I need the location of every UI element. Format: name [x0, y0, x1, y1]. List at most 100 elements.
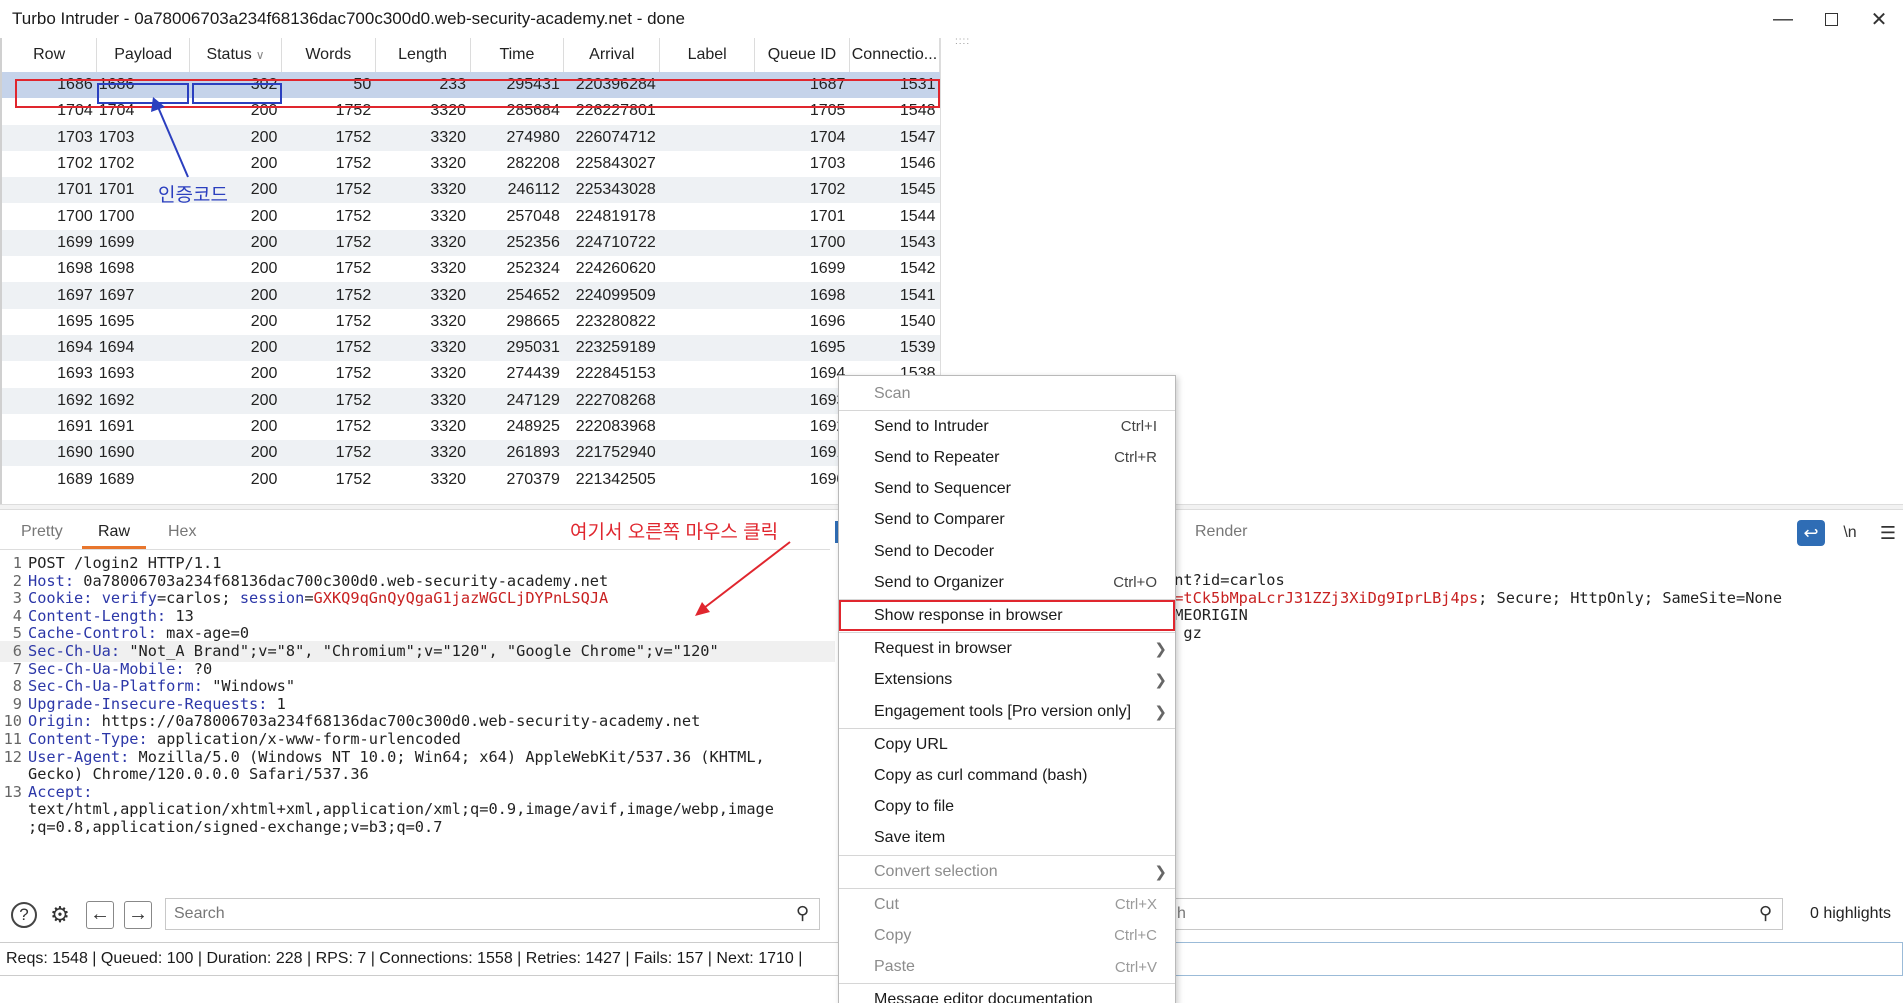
- menu-item-label: Engagement tools [Pro version only]: [874, 702, 1132, 720]
- menu-item-request-in-browser[interactable]: Request in browser ❯: [839, 634, 1175, 665]
- menu-item-label: Copy to file: [874, 798, 955, 816]
- table-cell: 274980: [470, 124, 564, 151]
- table-cell: 1695: [57, 312, 93, 330]
- split-handle[interactable]: ::::: [955, 36, 970, 47]
- request-token: verify: [101, 589, 157, 608]
- column-header-6[interactable]: Arrival: [563, 38, 661, 72]
- table-row[interactable]: 1700 1700 200 1752 3320 257048 224819178 1701 15…: [2, 203, 940, 229]
- table-row[interactable]: 1694 1694 200 1752 3320 295031 223259189 1695 15…: [2, 334, 940, 362]
- table-cell: 200: [250, 470, 278, 488]
- table-row[interactable]: 1695 1695 200 1752 3320 298665 223280822 1696 15…: [2, 309, 940, 335]
- status-text: Reqs: 1548 | Queued: 100 | Duration: 228…: [6, 950, 803, 967]
- table-cell: 1752: [281, 334, 376, 362]
- table-cell: 252356: [470, 229, 564, 257]
- column-header-9[interactable]: Connectio...: [849, 38, 940, 72]
- menu-item-send-to-decoder[interactable]: Send to Decoder: [839, 536, 1175, 567]
- menu-item-send-to-repeater[interactable]: Send to Repeater Ctrl+R: [839, 442, 1175, 473]
- column-header-2[interactable]: Status ∨: [189, 38, 282, 72]
- table-row[interactable]: 1698 1698 200 1752 3320 252324 224260620 1699 15…: [2, 256, 940, 282]
- response-editor[interactable]: unt?id=carlos n=tCk5bMpaLcrJ31ZZj3XiDg9Ip…: [1165, 570, 1903, 690]
- help-icon[interactable]: ?: [8, 899, 40, 931]
- table-cell: 1540: [899, 312, 936, 330]
- table-cell: 270379: [506, 470, 560, 488]
- column-header-8[interactable]: Queue ID: [754, 38, 850, 72]
- maximize-icon[interactable]: [1807, 0, 1855, 38]
- menu-item-engagement-tools-pro-version-only[interactable]: Engagement tools [Pro version only] ❯: [839, 696, 1175, 727]
- status-highlight-box: [192, 83, 282, 104]
- response-token: n=tCk5bMpaLcrJ31ZZj3XiDg9IprLBj4ps: [1165, 588, 1479, 607]
- tab-pretty[interactable]: Pretty: [21, 523, 63, 549]
- table-row[interactable]: 1692169220017523320247129222708268169315…: [2, 387, 940, 414]
- minimize-icon[interactable]: —: [1759, 0, 1807, 38]
- wrap-lines-icon[interactable]: ↩: [1797, 520, 1825, 546]
- column-header-7[interactable]: Label: [659, 38, 756, 72]
- bottom-input-field[interactable]: [1175, 942, 1903, 976]
- table-cell: 1752: [335, 155, 372, 173]
- menu-item-send-to-sequencer[interactable]: Send to Sequencer: [839, 474, 1175, 505]
- tab-render[interactable]: Render: [1195, 523, 1247, 541]
- table-cell: 200: [189, 282, 282, 309]
- table-cell: 252324: [506, 260, 560, 278]
- arrow-right-icon[interactable]: →: [122, 899, 154, 931]
- table-cell: 200: [189, 387, 282, 414]
- column-header-5[interactable]: Time: [470, 38, 565, 72]
- newline-toggle[interactable]: \n: [1836, 520, 1864, 546]
- menu-item-copy-as-curl-command-bash[interactable]: Copy as curl command (bash): [839, 760, 1175, 791]
- request-token: Sec-Ch-Ua-Mobile:: [28, 659, 185, 678]
- menu-item-label: Save item: [874, 829, 946, 847]
- menu-item-message-editor-documentation[interactable]: Message editor documentation: [839, 985, 1175, 1003]
- table-cell: 224710722: [563, 229, 660, 257]
- table-cell: 3320: [375, 177, 471, 204]
- table-cell: 3320: [430, 207, 467, 225]
- menu-item-send-to-intruder[interactable]: Send to Intruder Ctrl+I: [839, 411, 1175, 442]
- menu-item-send-to-organizer[interactable]: Send to Organizer Ctrl+O: [839, 567, 1175, 598]
- gear-icon[interactable]: ⚙: [44, 899, 76, 931]
- table-cell: [659, 387, 755, 414]
- request-token: 13: [166, 606, 194, 625]
- menu-item-label: Show response in browser: [874, 606, 1063, 624]
- table-cell: [659, 282, 755, 309]
- request-editor[interactable]: 1 POST /login2 HTTP/1.1 2 Host: 0a78006703a…: [0, 553, 835, 889]
- table-row[interactable]: 1693 1693 200 1752 3320 274439 222845153 1694 15…: [2, 361, 940, 387]
- table-row[interactable]: 1697 1697 200 1752 3320 254652 224099509 1698 15…: [2, 282, 940, 309]
- column-header-4[interactable]: Length: [375, 38, 471, 72]
- table-cell: 221752940: [563, 440, 660, 467]
- menu-item-extensions[interactable]: Extensions ❯: [839, 665, 1175, 696]
- table-cell: 1544: [899, 207, 936, 225]
- arrow-left-icon[interactable]: ←: [84, 899, 116, 931]
- column-header-0[interactable]: Row: [2, 38, 98, 72]
- auth-code-annotation: 인증코드: [158, 185, 228, 206]
- column-header-1[interactable]: Payload: [96, 38, 191, 72]
- table-cell: 1752: [281, 177, 376, 204]
- search-input[interactable]: Search ⚲: [165, 898, 820, 930]
- request-token: max-age=0: [156, 624, 250, 643]
- menu-item-save-item[interactable]: Save item: [839, 823, 1175, 854]
- tab-raw[interactable]: Raw: [82, 523, 147, 549]
- response-search-icon[interactable]: ⚲: [1759, 903, 1772, 924]
- table-cell: 1692: [96, 387, 190, 414]
- close-icon[interactable]: ✕: [1855, 0, 1903, 38]
- table-row[interactable]: 1691169120017523320248925222083968169215…: [2, 414, 940, 440]
- table-row[interactable]: 1690169020017523320261893221752940169115…: [2, 440, 940, 467]
- menu-item-label: Send to Comparer: [874, 511, 1005, 529]
- request-token: Cookie:: [28, 589, 93, 608]
- chevron-right-icon: ❯: [1154, 672, 1167, 690]
- tab-hex[interactable]: Hex: [168, 523, 196, 549]
- table-cell: 200: [250, 207, 278, 225]
- search-icon[interactable]: ⚲: [796, 903, 809, 924]
- column-header-label: Queue ID: [767, 46, 837, 63]
- request-token: session: [239, 589, 305, 608]
- menu-item-show-response-in-browser[interactable]: Show response in browser: [839, 600, 1175, 632]
- table-row[interactable]: 1689168920017523320270379221342505169015…: [2, 466, 940, 492]
- response-search-input[interactable]: h ⚲: [1168, 898, 1783, 930]
- menu-item-send-to-comparer[interactable]: Send to Comparer: [839, 505, 1175, 536]
- table-cell: 1752: [335, 418, 372, 435]
- menu-item-label: Convert selection: [874, 862, 998, 880]
- table-row[interactable]: 1699 1699 200 1752 3320 252356 224710722 1700 15…: [2, 229, 940, 257]
- hamburger-menu-icon[interactable]: ☰: [1874, 520, 1902, 546]
- table-cell: 1701: [2, 177, 97, 204]
- menu-item-copy-url[interactable]: Copy URL: [839, 729, 1175, 760]
- request-token: https://0a78006703a234f68136dac700c300d0…: [92, 712, 701, 731]
- column-header-3[interactable]: Words: [281, 38, 376, 72]
- menu-item-copy-to-file[interactable]: Copy to file: [839, 792, 1175, 823]
